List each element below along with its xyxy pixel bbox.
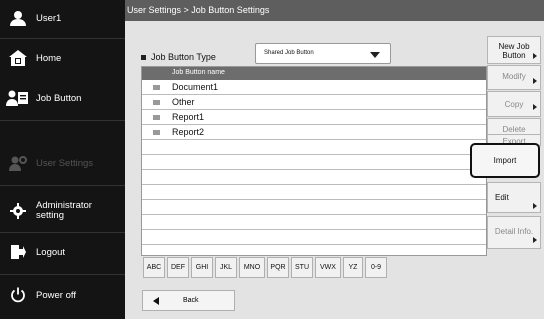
list-item[interactable] [142,200,486,215]
breadcrumb: User Settings > Job Button Settings [125,0,544,21]
modify-button[interactable]: Modify [487,65,541,90]
alpha-tab[interactable]: YZ [343,257,363,278]
list-item[interactable] [142,155,486,170]
import-button[interactable]: Import [470,143,540,178]
user-icon [0,10,36,26]
list-item[interactable] [142,245,486,255]
job-button-icon [0,89,36,107]
list-item[interactable] [142,185,486,200]
copy-button[interactable]: Copy [487,91,541,117]
list-item[interactable]: Report1 [142,110,486,125]
list-item[interactable] [142,230,486,245]
sidebar-item-user-settings: User Settings [0,148,125,178]
sidebar: User1 Home Job Button User Settings Admi… [0,0,125,319]
alpha-tab[interactable]: JKL [215,257,237,278]
sidebar-item-job-button[interactable]: Job Button [0,82,125,114]
list-item[interactable] [142,170,486,185]
bullet-icon [141,54,146,60]
alpha-tab[interactable]: PQR [267,257,289,278]
list-item[interactable]: Other [142,95,486,110]
alphabet-filter: ABC DEF GHI JKL MNO PQR STU VWX YZ 0-9 [143,257,389,278]
sidebar-item-logout[interactable]: Logout [0,237,125,267]
sidebar-item-label: Power off [36,289,76,301]
user-settings-icon [0,155,36,171]
job-item-icon [153,84,160,90]
back-arrow-icon [153,296,159,305]
sidebar-item-label: User Settings [36,157,94,169]
alpha-tab[interactable]: DEF [167,257,189,278]
alpha-tab[interactable]: MNO [239,257,265,278]
new-job-button-button[interactable]: New Job Button [487,36,541,64]
detail-info-button[interactable]: Detail Info. [487,216,541,249]
alpha-tab[interactable]: STU [291,257,313,278]
sidebar-item-power-off[interactable]: Power off [0,280,125,310]
alpha-tab[interactable]: 0-9 [365,257,387,278]
list-item[interactable] [142,215,486,230]
list-item[interactable]: Document1 [142,80,486,95]
alpha-tab[interactable]: VWX [315,257,341,278]
chevron-down-icon [370,52,380,58]
main-panel: User Settings > Job Button Settings Job … [125,0,544,319]
job-button-type-select[interactable]: Shared Job Button [255,43,391,64]
alpha-tab[interactable]: ABC [143,257,165,278]
power-icon [0,287,36,303]
sidebar-item-label: Home [36,52,62,64]
sidebar-item-administrator[interactable]: Administrator setting [0,196,125,226]
edit-button[interactable]: Edit [487,182,541,213]
chevron-right-icon [533,104,537,110]
back-button[interactable]: Back [142,290,235,311]
job-button-type-label: Job Button Type [141,52,216,62]
sidebar-item-label: Logout [36,246,66,258]
job-item-icon [153,99,160,105]
list-item[interactable]: Report2 [142,125,486,140]
user-indicator[interactable]: User1 [0,3,125,33]
chevron-right-icon [533,78,537,84]
job-item-icon [153,114,160,120]
list-item[interactable] [142,140,486,155]
job-item-icon [153,129,160,135]
user-name: User1 [36,12,62,24]
home-icon [0,49,36,67]
chevron-right-icon [533,53,537,59]
sidebar-item-label: Job Button [36,92,82,104]
sidebar-item-home[interactable]: Home [0,42,125,74]
job-button-list: Job Button name Document1 Other Report1 … [141,66,487,256]
chevron-right-icon [533,237,537,243]
gear-icon [0,203,36,219]
alpha-tab[interactable]: GHI [191,257,213,278]
logout-icon [0,244,36,260]
chevron-right-icon [533,203,537,209]
list-column-header: Job Button name [142,67,486,80]
sidebar-item-label: Administrator setting [36,200,92,221]
